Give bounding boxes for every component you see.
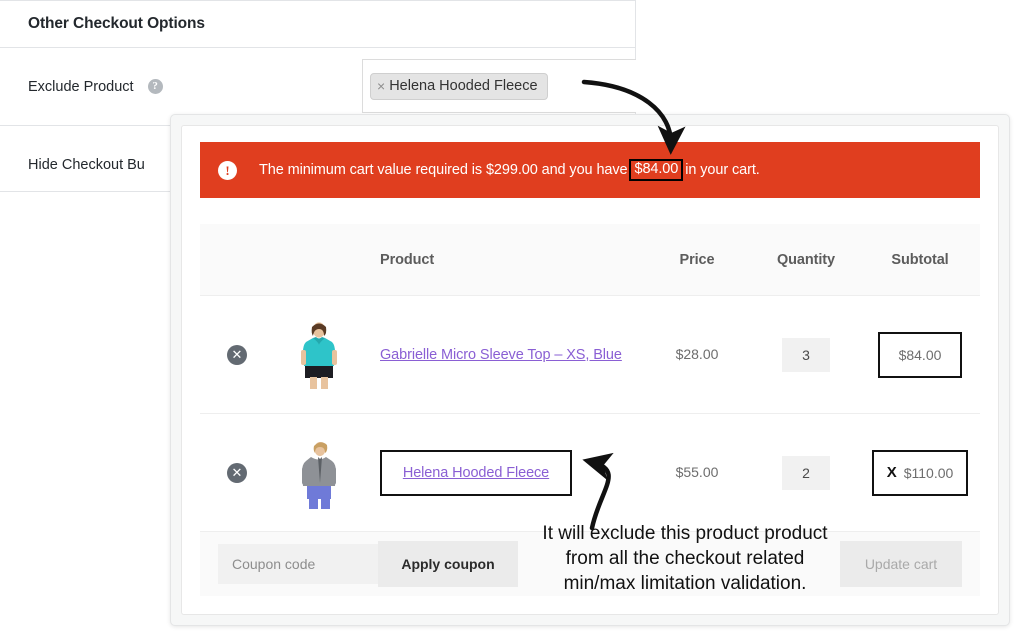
header-subtotal: Subtotal <box>891 251 949 268</box>
header-quantity: Quantity <box>776 251 835 268</box>
quantity-input[interactable]: 3 <box>782 337 830 372</box>
product-quantity-cell: 3 <box>752 337 860 372</box>
product-name-cell: Gabrielle Micro Sleeve Top – XS, Blue <box>364 346 642 364</box>
table-row: ✕ <box>200 414 980 532</box>
cart-table: Product Price Quantity Subtotal ✕ Gabrie… <box>200 224 980 532</box>
product-subtotal: $84.00 <box>898 346 942 363</box>
panel-header: Other Checkout Options <box>0 1 635 48</box>
notice-highlighted-value: $84.00 <box>629 159 684 181</box>
exclude-product-select[interactable]: × Helena Hooded Fleece <box>362 59 636 113</box>
page-title: Other Checkout Options <box>28 15 205 32</box>
apply-coupon-button[interactable]: Apply coupon <box>378 541 518 587</box>
product-quantity-cell: 2 <box>752 455 860 490</box>
header-product: Product <box>380 251 435 268</box>
remove-cell: ✕ <box>200 344 274 365</box>
subtotal-excluded-marker: X <box>886 464 897 481</box>
notice-text-after: in your cart. <box>685 162 760 178</box>
product-link[interactable]: Helena Hooded Fleece <box>403 465 549 481</box>
remove-item-icon[interactable]: ✕ <box>227 344 247 365</box>
remove-item-icon[interactable]: ✕ <box>227 462 247 483</box>
product-subtotal-cell: $84.00 <box>860 331 980 378</box>
product-subtotal: $110.00 <box>903 464 954 481</box>
exclude-product-label: Exclude Product <box>28 78 134 95</box>
product-thumbnail[interactable] <box>274 436 364 509</box>
notice-text: The minimum cart value required is $299.… <box>259 159 760 181</box>
annotation-callout: It will exclude this product product fro… <box>505 521 865 596</box>
product-price: $28.00 <box>675 345 719 362</box>
hide-checkout-button-label: Hide Checkout Bu <box>28 157 145 173</box>
woman-teal-tshirt-photo <box>293 318 345 391</box>
product-thumbnail[interactable] <box>274 318 364 391</box>
tag-remove-icon[interactable]: × <box>377 78 385 94</box>
product-subtotal-cell: X $110.00 <box>860 449 980 496</box>
header-price: Price <box>679 251 715 268</box>
product-name-callout-box: Helena Hooded Fleece <box>380 449 572 496</box>
annotation-line-3: min/max limitation validation. <box>563 573 807 595</box>
product-name-cell: Helena Hooded Fleece <box>364 449 642 496</box>
table-row: ✕ <box>200 296 980 414</box>
quantity-input[interactable]: 2 <box>782 455 830 490</box>
notice-text-before: The minimum cart value required is $299.… <box>259 162 628 178</box>
exclamation-icon: ! <box>218 160 237 180</box>
subtotal-callout-box: $84.00 <box>878 331 962 378</box>
annotation-line-1: It will exclude this product product <box>542 523 828 544</box>
product-link[interactable]: Gabrielle Micro Sleeve Top – XS, Blue <box>380 347 622 363</box>
product-price: $55.00 <box>675 463 719 480</box>
annotation-line-2: from all the checkout related <box>565 548 805 570</box>
woman-gray-hoodie-photo <box>293 436 345 509</box>
subtotal-callout-box: X $110.00 <box>872 449 968 496</box>
question-mark-help-icon[interactable]: ? <box>147 79 163 94</box>
min-cart-value-notice: ! The minimum cart value required is $29… <box>200 142 980 198</box>
cart-table-header: Product Price Quantity Subtotal <box>200 224 980 296</box>
remove-cell: ✕ <box>200 462 274 483</box>
tag-label: Helena Hooded Fleece <box>389 78 538 94</box>
coupon-code-input[interactable] <box>218 544 378 584</box>
exclude-product-tag[interactable]: × Helena Hooded Fleece <box>370 72 548 100</box>
product-price-cell: $28.00 <box>642 346 752 364</box>
product-price-cell: $55.00 <box>642 464 752 482</box>
screenshot-root: Other Checkout Options Exclude Product ?… <box>0 0 1024 634</box>
